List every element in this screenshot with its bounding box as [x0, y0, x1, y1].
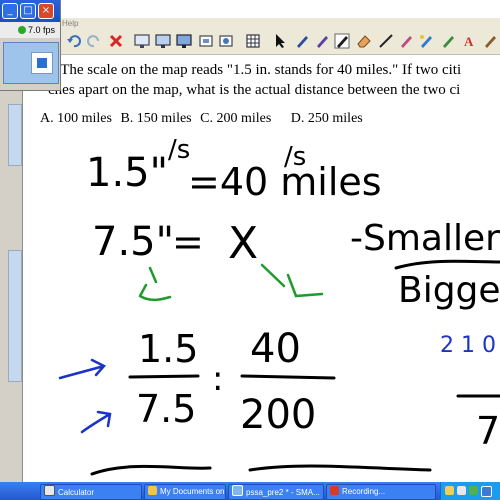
hw-numerator-left: 1.5 — [138, 327, 198, 371]
hw-denominator-right: 200 — [240, 392, 316, 438]
hw-smaller: -Smaller — [350, 218, 500, 259]
choice-b: B. 150 miles — [120, 111, 192, 126]
recording-indicator-icon — [18, 26, 26, 34]
hw-ratio-colon: : — [212, 359, 223, 399]
font-color-icon[interactable]: A — [462, 33, 478, 49]
menu-bar: Help — [0, 18, 500, 30]
table-icon[interactable] — [245, 33, 261, 49]
hw-map-inches: 7.5" — [92, 219, 174, 265]
system-tray — [440, 482, 500, 500]
projector-icon[interactable] — [176, 33, 192, 49]
taskbar-item-label: My Documents on '... — [160, 487, 225, 496]
taskbar-item-my-documents[interactable]: My Documents on '... — [144, 484, 226, 500]
taskbar: Calculator My Documents on '... pssa_pre… — [0, 482, 500, 500]
tray-network-icon[interactable] — [445, 486, 454, 495]
taskbar-item-recording[interactable]: Recording... — [326, 484, 436, 500]
delete-icon[interactable] — [108, 33, 124, 49]
undo-icon[interactable] — [66, 33, 82, 49]
taskbar-item-label: Recording... — [342, 487, 386, 496]
select-arrow-icon[interactable] — [272, 33, 288, 49]
choice-d: D. 250 miles — [290, 111, 363, 126]
hw-unknown-x: X — [228, 218, 258, 269]
hw-numerator-right: 40 — [250, 326, 301, 372]
choice-a: A. 100 miles — [40, 111, 112, 126]
screen-shade-icon[interactable] — [134, 33, 150, 49]
hw-fraction-bar-left — [128, 374, 200, 379]
image-icon[interactable] — [218, 33, 234, 49]
calculator-icon — [44, 485, 55, 496]
question-text: .) The scale on the map reads "1.5 in. s… — [48, 60, 500, 100]
hw-side-bottom: 7 — [476, 409, 500, 453]
eraser-icon[interactable] — [356, 33, 372, 49]
answer-choices: A. 100 miles B. 150 miles C. 200 miles D… — [40, 111, 368, 127]
hw-fraction-bar-right — [240, 374, 336, 380]
toolbar: A — [0, 30, 500, 55]
question-line-1: .) The scale on the map reads "1.5 in. s… — [48, 62, 462, 78]
hw-equals: = — [172, 220, 204, 264]
hw-bigger: Bigge — [398, 270, 500, 311]
magic-pen-icon[interactable] — [398, 33, 414, 49]
hw-denominator-left: 7.5 — [136, 387, 196, 431]
recorder-titlebar[interactable]: _ □ × — [0, 0, 60, 22]
recorder-status: 7.0 fps — [0, 22, 60, 38]
side-scrollbar[interactable] — [8, 250, 22, 382]
fill-icon[interactable] — [418, 33, 434, 49]
stop-icon — [37, 58, 47, 68]
hw-slash-2: /s — [284, 142, 306, 172]
tray-app-icon[interactable] — [481, 486, 492, 497]
whiteboard-canvas[interactable]: 1.5" =40 miles /s /s 7.5" = X -Smaller B… — [22, 130, 500, 480]
maximize-icon[interactable]: □ — [20, 3, 36, 19]
side-tab-panel — [0, 90, 23, 482]
recorder-window: _ □ × 7.0 fps — [0, 0, 61, 91]
hw-bottom-cutoff-line — [90, 464, 432, 476]
hw-blue-arrows — [58, 358, 112, 434]
tray-volume-icon[interactable] — [457, 486, 466, 495]
menu-help[interactable]: Help — [62, 18, 78, 30]
taskbar-item-smart-notebook[interactable]: pssa_pre2 * - SMA... — [228, 484, 324, 500]
question-line-2: ches apart on the map, what is the actua… — [48, 82, 461, 98]
taskbar-item-label: Calculator — [58, 488, 95, 497]
pen-icon[interactable] — [294, 33, 310, 49]
hw-side-numbers: 2 1 0 — [440, 333, 496, 358]
taskbar-item-label: pssa_pre2 * - SMA... — [246, 488, 320, 497]
text-tool-icon[interactable] — [440, 33, 456, 49]
capture-icon[interactable] — [198, 33, 214, 49]
minimize-icon[interactable]: _ — [2, 3, 18, 19]
fps-readout: 7.0 fps — [28, 25, 56, 35]
line-tool-icon[interactable] — [378, 33, 394, 49]
taskbar-item-calculator[interactable]: Calculator — [40, 484, 142, 500]
side-tab-page-sorter[interactable] — [8, 104, 22, 166]
display-icon[interactable] — [155, 33, 171, 49]
redo-icon[interactable] — [86, 33, 102, 49]
tray-security-icon[interactable] — [469, 486, 478, 495]
hw-fraction-bar-ratio — [394, 259, 500, 270]
folder-icon — [148, 486, 157, 495]
creative-pen-icon[interactable] — [314, 33, 330, 49]
hw-scale-inches: 1.5" — [86, 150, 168, 196]
smart-notebook-icon — [232, 485, 243, 496]
hw-green-arrows — [138, 263, 324, 302]
choice-c: C. 200 miles — [200, 111, 272, 126]
highlighter-icon[interactable] — [334, 33, 350, 49]
svg-text:A: A — [464, 34, 474, 49]
recording-icon — [330, 486, 339, 495]
close-icon[interactable]: × — [38, 3, 54, 19]
hw-slash-1: /s — [168, 135, 190, 165]
stop-recording-button[interactable] — [31, 52, 53, 74]
properties-icon[interactable] — [482, 33, 498, 49]
recorder-controls — [3, 42, 59, 84]
